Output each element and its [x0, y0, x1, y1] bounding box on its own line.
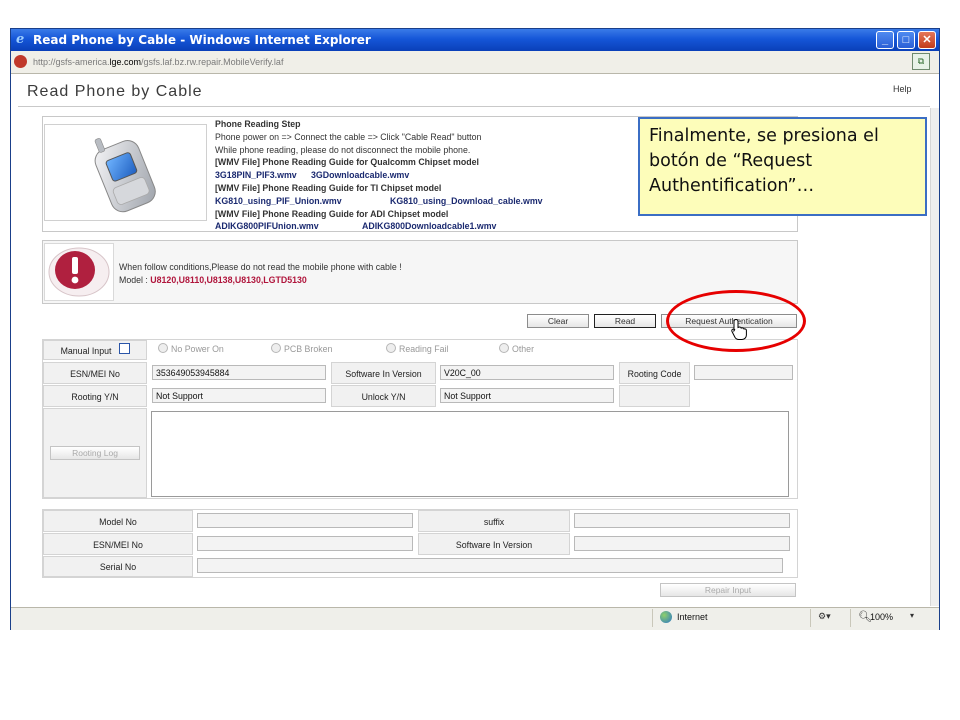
- result-esn-label: ESN/MEI No: [43, 533, 193, 555]
- serial-no-field[interactable]: [197, 558, 783, 573]
- reading-steps: Phone Reading Step Phone power on => Con…: [215, 118, 543, 233]
- guide-title: [WMV File] Phone Reading Guide for Qualc…: [215, 157, 479, 168]
- result-esn-field[interactable]: [197, 536, 413, 551]
- status-bar: [11, 607, 939, 630]
- manual-input-checkbox[interactable]: [119, 343, 130, 354]
- compatibility-icon[interactable]: ⧉: [912, 53, 930, 70]
- rooting-log-button[interactable]: Rooting Log: [50, 446, 140, 460]
- read-button[interactable]: Read: [594, 314, 656, 328]
- radio-no-power-on[interactable]: No Power On: [158, 343, 224, 354]
- zoom-dropdown-icon[interactable]: ▾: [910, 611, 914, 620]
- zoom-level[interactable]: 100%: [870, 612, 893, 622]
- clear-button[interactable]: Clear: [527, 314, 589, 328]
- rooting-log-textarea[interactable]: [151, 411, 789, 497]
- empty-cell: [619, 385, 690, 407]
- esn-field[interactable]: 353649053945884: [152, 365, 326, 380]
- suffix-label: suffix: [418, 510, 570, 532]
- protected-mode-icon[interactable]: ⚙▾: [818, 611, 831, 622]
- warning-panel: [42, 240, 798, 304]
- video-link[interactable]: KG810_using_Download_cable.wmv: [390, 195, 543, 208]
- status-separator: [850, 609, 851, 627]
- window-title: Read Phone by Cable - Windows Internet E…: [33, 33, 371, 47]
- rooting-yn-field[interactable]: Not Support: [152, 388, 326, 403]
- esn-label: ESN/MEI No: [43, 362, 147, 384]
- warning-icon: [44, 243, 114, 301]
- rooting-code-field[interactable]: [694, 365, 793, 380]
- steps-line: Phone power on => Connect the cable => C…: [215, 131, 482, 142]
- guide-title: [WMV File] Phone Reading Guide for TI Ch…: [215, 182, 442, 193]
- close-button[interactable]: ✕: [918, 31, 936, 49]
- software-version-label: Software In Version: [331, 362, 436, 384]
- warning-models: Model : U8120,U8110,U8138,U8130,LGTD5130: [119, 275, 307, 285]
- annotation-callout: Finalmente, se presiona el botón de “Req…: [638, 117, 927, 216]
- phone-image: [44, 124, 207, 221]
- video-link[interactable]: 3G18PIN_PIF3.wmv: [215, 169, 311, 182]
- ie-logo-icon: e: [16, 32, 25, 47]
- video-link[interactable]: ADIKG800Downloadcable1.wmv: [362, 220, 496, 233]
- url-field[interactable]: http://gsfs-america.lge.com/gsfs.laf.bz.…: [33, 57, 283, 68]
- repair-input-button[interactable]: Repair Input: [660, 583, 796, 597]
- status-separator: [810, 609, 811, 627]
- globe-icon: [660, 611, 672, 623]
- minimize-button[interactable]: _: [876, 31, 894, 49]
- status-separator: [652, 609, 653, 627]
- unlock-yn-label: Unlock Y/N: [331, 385, 436, 407]
- rooting-code-label: Rooting Code: [619, 362, 690, 384]
- result-software-version-field[interactable]: [574, 536, 790, 551]
- hand-cursor-icon: [731, 318, 749, 343]
- video-link[interactable]: 3GDownloadcable.wmv: [311, 169, 409, 182]
- maximize-button[interactable]: □: [897, 31, 915, 49]
- steps-line: While phone reading, please do not disco…: [215, 144, 471, 155]
- result-software-version-label: Software In Version: [418, 533, 570, 555]
- video-link[interactable]: ADIKG800PIFUnion.wmv: [215, 220, 362, 233]
- model-no-label: Model No: [43, 510, 193, 532]
- rooting-yn-label: Rooting Y/N: [43, 385, 147, 407]
- help-link[interactable]: Help: [893, 84, 912, 94]
- security-zone: Internet: [677, 612, 708, 622]
- radio-reading-fail[interactable]: Reading Fail: [386, 343, 448, 354]
- divider: [18, 106, 930, 107]
- video-link[interactable]: KG810_using_PIF_Union.wmv: [215, 195, 390, 208]
- radio-pcb-broken[interactable]: PCB Broken: [271, 343, 332, 354]
- site-icon: [14, 55, 27, 68]
- serial-no-label: Serial No: [43, 556, 193, 577]
- steps-heading: Phone Reading Step: [215, 119, 301, 129]
- guide-title: [WMV File] Phone Reading Guide for ADI C…: [215, 208, 449, 219]
- software-version-field[interactable]: V20C_00: [440, 365, 614, 380]
- warning-message: When follow conditions,Please do not rea…: [119, 262, 402, 272]
- unlock-yn-field[interactable]: Not Support: [440, 388, 614, 403]
- radio-other[interactable]: Other: [499, 343, 534, 354]
- model-no-field[interactable]: [197, 513, 413, 528]
- vertical-scrollbar[interactable]: [930, 108, 939, 606]
- page-title: Read Phone by Cable: [27, 83, 203, 100]
- manual-input-label: Manual Input: [43, 340, 147, 360]
- suffix-field[interactable]: [574, 513, 790, 528]
